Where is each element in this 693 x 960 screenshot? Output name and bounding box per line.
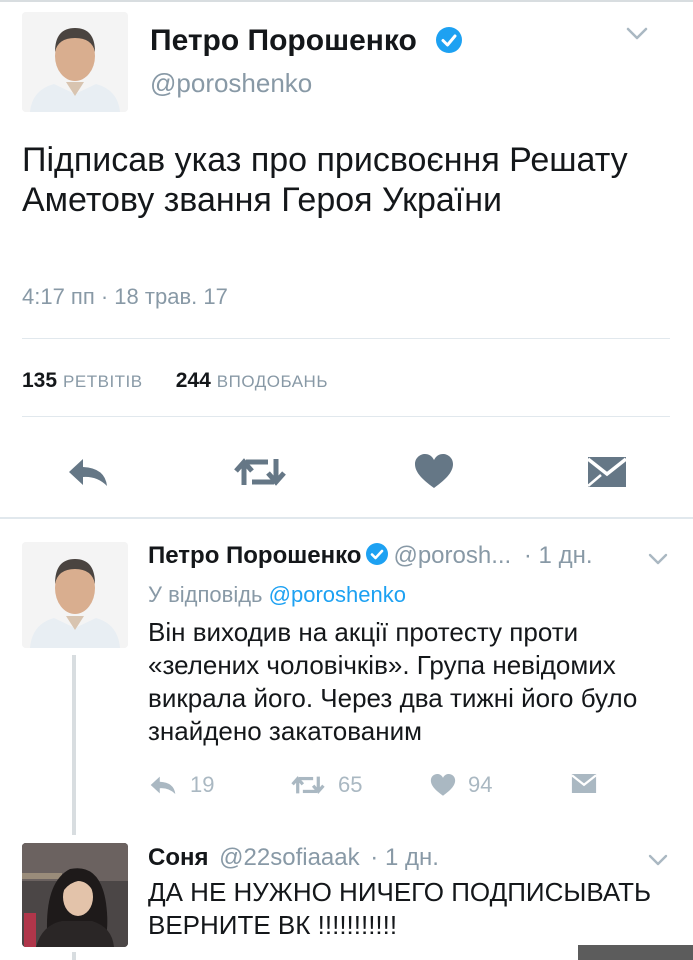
reply2-author-name[interactable]: Соня (148, 844, 209, 871)
reply1-reply-to: У відповідь @poroshenko (148, 582, 406, 608)
reply1-author-name[interactable]: Петро Порошенко (148, 542, 361, 569)
likes-count: 244 (175, 369, 211, 392)
reply-icon (69, 459, 107, 486)
verified-badge-icon (366, 543, 389, 565)
section-separator (0, 517, 693, 519)
reply1-likes-count: 94 (468, 772, 493, 797)
thread-connector (72, 952, 76, 960)
reply1-reply-button[interactable]: 19 (148, 772, 214, 798)
main-tweet-avatar[interactable] (22, 12, 128, 112)
retweets-label: РЕТВІТІВ (63, 372, 143, 391)
retweet-icon (291, 776, 325, 794)
reply2-time: · 1 дн. (370, 844, 439, 871)
retweet-button[interactable] (228, 452, 292, 492)
direct-message-button[interactable] (582, 452, 632, 492)
reply-button[interactable] (60, 452, 116, 492)
retweet-icon (234, 458, 286, 486)
verified-badge-icon (436, 27, 462, 53)
reply2-header: Соня @22sofiaaak · 1 дн. (148, 844, 439, 872)
divider (22, 416, 670, 417)
heart-icon (415, 454, 453, 488)
reply1-replies-count: 19 (190, 772, 215, 797)
reply1-header: Петро Порошенко @porosh... · 1 дн. (148, 542, 593, 570)
reply2-avatar[interactable] (22, 843, 128, 947)
retweets-count: 135 (22, 369, 58, 392)
top-border (0, 0, 693, 2)
reply1-avatar[interactable] (22, 542, 128, 648)
main-tweet-timestamp[interactable]: 4:17 пп · 18 трав. 17 (22, 284, 228, 310)
reply1-message-button[interactable] (570, 772, 598, 795)
message-icon (571, 773, 597, 794)
reply1-like-button[interactable]: 94 (430, 772, 492, 798)
reply1-handle[interactable]: @porosh... (393, 542, 511, 569)
reply2-handle[interactable]: @22sofiaaak (219, 844, 359, 871)
likes-stat[interactable]: 244 ВПОДОБАНЬ (175, 369, 328, 392)
like-button[interactable] (408, 452, 460, 492)
tweet-stats: 135 РЕТВІТІВ 244 ВПОДОБАНЬ (22, 369, 328, 393)
message-icon (586, 457, 628, 487)
reply1-retweets-count: 65 (338, 772, 363, 797)
heart-icon (430, 773, 456, 796)
reply1-retweet-button[interactable]: 65 (290, 772, 362, 798)
reply1-time: · 1 дн. (523, 542, 593, 569)
chevron-down-icon[interactable] (648, 552, 668, 566)
reply2-text: ДА НЕ НУЖНО НИЧЕГО ПОДПИСЫВАТЬ ВЕРНИТЕ В… (148, 877, 652, 940)
likes-label: ВПОДОБАНЬ (216, 372, 328, 391)
reply-to-handle-link[interactable]: @poroshenko (269, 582, 406, 607)
main-author-handle[interactable]: @poroshenko (150, 68, 312, 99)
chevron-down-icon[interactable] (625, 26, 649, 42)
chevron-down-icon[interactable] (648, 853, 668, 867)
reply1-text: Він виходив на акції протесту проти «зел… (148, 617, 638, 746)
main-author-name[interactable]: Петро Порошенко (150, 24, 417, 58)
reply-to-label: У відповідь (148, 582, 263, 607)
retweets-stat[interactable]: 135 РЕТВІТІВ (22, 369, 148, 392)
thread-connector (72, 655, 76, 835)
overlay-bar (578, 945, 693, 960)
main-tweet-text: Підписав указ про присвоєння Решату Амет… (22, 141, 628, 219)
divider (22, 338, 670, 339)
reply-icon (150, 776, 176, 795)
